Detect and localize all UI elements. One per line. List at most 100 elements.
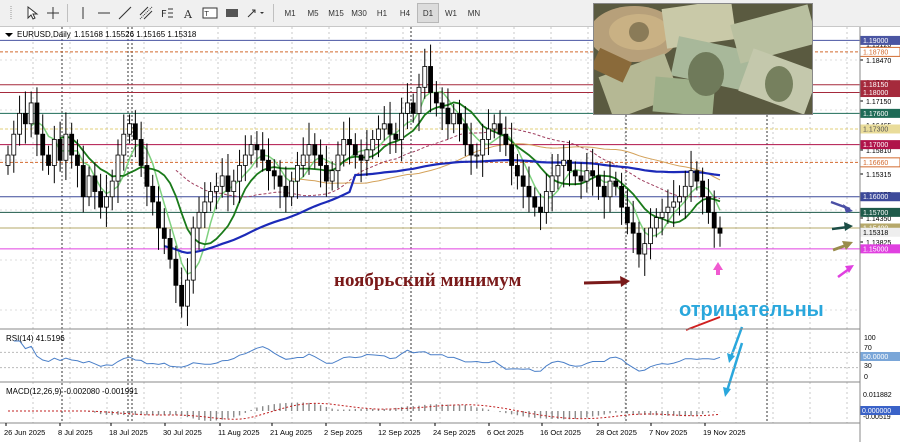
- label-tool-icon[interactable]: T: [199, 3, 221, 23]
- crosshair-icon[interactable]: [43, 3, 63, 23]
- price-label: 1.14350: [866, 216, 891, 223]
- candle-body: [520, 175, 526, 187]
- candle-body: [323, 165, 329, 182]
- candle-body: [260, 149, 266, 161]
- candle-body: [86, 175, 92, 198]
- chart-header: EURUSD,Daily 1.15168 1.15526 1.15165 1.1…: [5, 30, 197, 39]
- candle-body: [104, 196, 109, 208]
- candle-body: [538, 206, 543, 213]
- date-label: 6 Oct 2025: [487, 428, 524, 437]
- candle-body: [370, 139, 376, 151]
- candle-body: [543, 191, 549, 213]
- candle-body: [376, 128, 381, 140]
- minimum-label: ноябрьский минимум: [334, 270, 521, 291]
- date-label: 21 Aug 2025: [270, 428, 312, 437]
- svg-text:A: A: [183, 8, 193, 20]
- channel-icon[interactable]: [136, 3, 156, 23]
- rectangle-icon[interactable]: [222, 3, 242, 23]
- toolbar-separator: [273, 4, 274, 22]
- candle-body: [144, 165, 150, 187]
- candle-body: [578, 175, 584, 182]
- candle-body: [150, 185, 156, 203]
- candle-body: [613, 180, 619, 187]
- trading-terminal-window: F A T M1 M5 M15 M30 H1 H4 D1 W1 MN EURUS…: [0, 0, 900, 442]
- horizontal-line-icon[interactable]: [94, 3, 114, 23]
- price-label: 1.15315: [866, 172, 891, 179]
- candle-body: [57, 139, 63, 161]
- timeframe-m30[interactable]: M30: [348, 3, 370, 23]
- vertical-line-icon[interactable]: [73, 3, 93, 23]
- price-level-tag-text: 1.18780: [863, 49, 888, 56]
- candle-body: [295, 165, 300, 182]
- candle-body: [381, 123, 387, 130]
- timeframe-m5[interactable]: M5: [302, 3, 324, 23]
- toolbar-grip-icon: [1, 3, 21, 23]
- arrows-dropdown-icon[interactable]: [243, 3, 269, 23]
- fibonacci-icon[interactable]: F: [157, 3, 177, 23]
- candle-body: [474, 154, 480, 157]
- cursor-icon[interactable]: [22, 3, 42, 23]
- timeframe-d1[interactable]: D1: [417, 3, 439, 23]
- rsi-scale-30: 30: [864, 363, 872, 370]
- timeframe-m1[interactable]: M1: [279, 3, 301, 23]
- price-level-tag-text: 1.17300: [863, 127, 888, 134]
- candle-body: [422, 66, 428, 88]
- candle-body: [567, 159, 572, 172]
- candle-body: [5, 154, 11, 166]
- candle-body: [700, 180, 706, 198]
- candle-body: [416, 86, 422, 114]
- candle-body: [347, 139, 352, 146]
- date-label: 16 Oct 2025: [540, 428, 581, 437]
- candle-body: [329, 170, 335, 182]
- timeframe-w1[interactable]: W1: [440, 3, 462, 23]
- candle-body: [98, 191, 104, 208]
- date-label: 30 Jul 2025: [163, 428, 202, 437]
- money-photo: [593, 3, 813, 115]
- candle-body: [248, 144, 254, 156]
- price-level-tag-text: 1.18000: [863, 90, 888, 97]
- candle-body: [491, 123, 497, 130]
- candle-body: [132, 123, 138, 140]
- date-label: 24 Sep 2025: [433, 428, 476, 437]
- candle-body: [387, 123, 393, 135]
- candle-body: [28, 102, 34, 125]
- candle-body: [457, 112, 462, 125]
- timeframe-h4[interactable]: H4: [394, 3, 416, 23]
- text-tool-icon[interactable]: A: [178, 3, 198, 23]
- negative-label: отрицательны: [679, 299, 824, 321]
- timeframe-h1[interactable]: H1: [371, 3, 393, 23]
- candle-body: [231, 180, 237, 192]
- candle-body: [40, 133, 46, 156]
- candle-body: [352, 144, 358, 156]
- chart-symbol: EURUSD,Daily: [17, 30, 71, 39]
- rsi-scale-100: 100: [864, 335, 876, 342]
- candle-body: [46, 154, 51, 166]
- candle-body: [480, 139, 486, 156]
- candle-body: [428, 66, 433, 93]
- candle-body: [653, 217, 659, 229]
- candle-body: [648, 227, 653, 245]
- candle-body: [462, 123, 468, 146]
- date-label: 26 Jun 2025: [4, 428, 45, 437]
- trendline-icon[interactable]: [115, 3, 135, 23]
- candle-body: [468, 144, 474, 156]
- rsi-header: RSI(14) 41.5196: [6, 334, 65, 343]
- candle-body: [156, 201, 161, 229]
- candle-body: [555, 165, 561, 177]
- candle-body: [196, 211, 202, 229]
- candle-body: [358, 154, 364, 161]
- candle-body: [75, 154, 80, 166]
- candle-body: [127, 123, 132, 135]
- chart-ohlc: 1.15168 1.15526 1.15165 1.15318: [74, 30, 197, 39]
- candle-body: [190, 227, 196, 281]
- date-label: 2 Sep 2025: [324, 428, 362, 437]
- candle-body: [306, 144, 312, 156]
- date-label: 18 Jul 2025: [109, 428, 148, 437]
- price-level-tag-text: 1.17000: [863, 142, 888, 149]
- macd-level-tag-text: 0.000000: [862, 408, 891, 415]
- candle-body: [34, 102, 40, 135]
- timeframe-m15[interactable]: M15: [325, 3, 347, 23]
- macd-scale-bottom: -0.00519: [863, 414, 891, 421]
- candle-body: [115, 154, 121, 182]
- timeframe-mn[interactable]: MN: [463, 3, 485, 23]
